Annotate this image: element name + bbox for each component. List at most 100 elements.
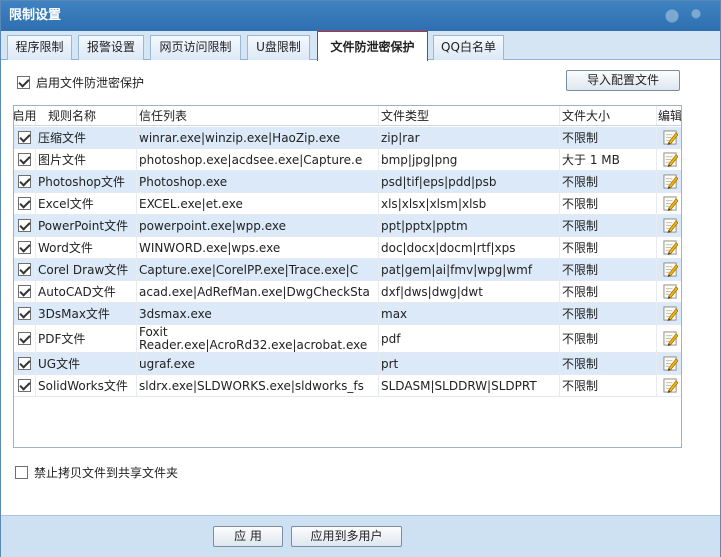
trust-list-value: acad.exe|AdRefMan.exe|DwgCheckSta [139,284,370,299]
row-enabled-checkbox[interactable] [18,263,31,276]
rule-name-cell: 压缩文件 [36,127,137,148]
file-types-value: SLDASM|SLDDRW|SLDPRT [381,378,537,393]
table-row[interactable]: UG文件 ugraf.exe prt 不限制 [14,353,681,375]
edit-icon[interactable] [662,262,678,277]
trust-list-value: winrar.exe|winzip.exe|HaoZip.exe [139,130,341,145]
apply-button[interactable]: 应 用 [213,526,283,547]
tab-program-restriction[interactable]: 程序限制 [7,35,72,60]
edit-cell [657,259,681,280]
tab-web-access-restriction[interactable]: 网页访问限制 [150,35,241,60]
table-row[interactable]: 图片文件 photoshop.exe|acdsee.exe|Capture.e bm… [14,149,681,171]
settings-window: 限制设置 程序限制 报警设置 网页访问限制 U盘限制 文件防泄密保护 QQ白名单… [0,0,721,557]
table-row[interactable]: SolidWorks文件 sldrx.exe|SLDWORKS.exe|sldwo… [14,375,681,397]
file-size-value: 不限制 [562,197,599,211]
file-size-value: 不限制 [562,332,599,346]
file-size-value: 不限制 [562,263,599,277]
row-enabled-checkbox[interactable] [18,379,31,392]
edit-cell [657,215,681,236]
rule-name-value: PowerPoint文件 [38,219,129,233]
trust-list-line: Foxit [139,325,168,339]
share-copy-option[interactable]: 禁止拷贝文件到共享文件夹 [15,464,178,481]
tab-file-leak-protection[interactable]: 文件防泄密保护 [317,31,428,61]
trust-list-cell: powerpoint.exe|wpp.exe [137,215,379,236]
file-types-value: xls|xlsx|xlsm|xlsb [381,196,487,211]
edit-icon[interactable] [662,284,678,299]
trust-list-value: 3dsmax.exe [139,306,212,321]
rule-name-value: Excel文件 [38,197,94,211]
row-enabled-checkbox[interactable] [18,219,31,232]
file-size-cell: 不限制 [560,259,657,280]
row-enabled-checkbox[interactable] [18,332,31,345]
rule-name-cell: PowerPoint文件 [36,215,137,236]
window-title: 限制设置 [9,8,62,23]
edit-icon[interactable] [662,174,678,189]
trust-list-cell: winrar.exe|winzip.exe|HaoZip.exe [137,127,379,148]
trust-list-cell: acad.exe|AdRefMan.exe|DwgCheckSta [137,281,379,302]
import-config-button[interactable]: 导入配置文件 [566,70,680,91]
enabled-cell [14,375,36,396]
file-size-cell: 不限制 [560,215,657,236]
share-copy-label: 禁止拷贝文件到共享文件夹 [34,466,179,480]
trust-list-cell: Photoshop.exe [137,171,379,192]
trust-list-line: Reader.exe|AcroRd32.exe|acrobat.exe [139,337,368,352]
enable-protection-checkbox[interactable] [17,75,30,89]
table-row[interactable]: Word文件 WINWORD.exe|wps.exe doc|docx|docm|r… [14,237,681,259]
rule-name-value: Word文件 [38,241,93,255]
apply-multi-user-button[interactable]: 应用到多用户 [291,526,402,547]
file-types-value: zip|rar [381,130,420,145]
edit-icon[interactable] [662,152,678,167]
table-row[interactable]: AutoCAD文件 acad.exe|AdRefMan.exe|DwgCheckS… [14,281,681,303]
header-enabled: 启用 [14,106,36,125]
enabled-cell [14,215,36,236]
edit-cell [657,171,681,192]
edit-icon[interactable] [662,378,678,393]
enable-protection-option[interactable]: 启用文件防泄密保护 [17,74,144,90]
table-row[interactable]: PDF文件 Foxit Reader.exe|AcroRd32.exe|acroba… [14,325,681,353]
table-row[interactable]: 压缩文件 winrar.exe|winzip.exe|HaoZip.exe zip|… [14,127,681,149]
edit-icon[interactable] [662,218,678,233]
trust-list-value: ugraf.exe [139,356,195,371]
rule-name-cell: Photoshop文件 [36,171,137,192]
table-row[interactable]: Corel Draw文件 Capture.exe|CorelPP.exe|Trac… [14,259,681,281]
row-enabled-checkbox[interactable] [18,307,31,320]
file-types-value: max [381,306,408,321]
enabled-cell [14,259,36,280]
table-row[interactable]: Photoshop文件 Photoshop.exe psd|tif|eps|pdd|… [14,171,681,193]
edit-icon[interactable] [662,196,678,211]
enabled-cell [14,237,36,258]
edit-icon[interactable] [662,331,678,346]
tab-alarm-settings[interactable]: 报警设置 [78,35,144,60]
file-size-cell: 大于 1 MB [560,149,657,170]
row-enabled-checkbox[interactable] [18,197,31,210]
trust-list-cell: photoshop.exe|acdsee.exe|Capture.e [137,149,379,170]
file-size-cell: 不限制 [560,375,657,396]
row-enabled-checkbox[interactable] [18,131,31,144]
table-row[interactable]: PowerPoint文件 powerpoint.exe|wpp.exe ppt|pp… [14,215,681,237]
file-size-value: 不限制 [562,285,599,299]
trust-list-value: Capture.exe|CorelPP.exe|Trace.exe|C [139,262,359,277]
table-row[interactable]: Excel文件 EXCEL.exe|et.exe xls|xlsx|xlsm|xls… [14,193,681,215]
row-enabled-checkbox[interactable] [18,357,31,370]
header-edit: 编辑 [658,109,681,123]
row-enabled-checkbox[interactable] [18,175,31,188]
edit-icon[interactable] [662,356,678,371]
share-copy-checkbox[interactable] [15,466,28,479]
file-types-value: dxf|dws|dwg|dwt [381,284,483,299]
trust-list-value: powerpoint.exe|wpp.exe [139,218,286,233]
file-types-value: pat|gem|ai|fmv|wpg|wmf [381,262,533,277]
row-enabled-checkbox[interactable] [18,241,31,254]
tab-qq-whitelist[interactable]: QQ白名单 [433,35,504,60]
edit-icon[interactable] [662,240,678,255]
row-enabled-checkbox[interactable] [18,285,31,298]
tab-usb-restriction[interactable]: U盘限制 [247,35,310,60]
edit-icon[interactable] [662,130,678,145]
rule-name-cell: UG文件 [36,353,137,374]
rule-name-value: 图片文件 [38,153,87,167]
file-types-value: pdf [381,331,401,346]
footer-bar: 应 用 应用到多用户 [1,515,720,557]
edit-icon[interactable] [662,306,678,321]
header-trust-list: 信任列表 [137,106,379,125]
row-enabled-checkbox[interactable] [18,153,31,166]
table-row[interactable]: 3DsMax文件 3dsmax.exe max 不限制 [14,303,681,325]
file-size-cell: 不限制 [560,127,657,148]
